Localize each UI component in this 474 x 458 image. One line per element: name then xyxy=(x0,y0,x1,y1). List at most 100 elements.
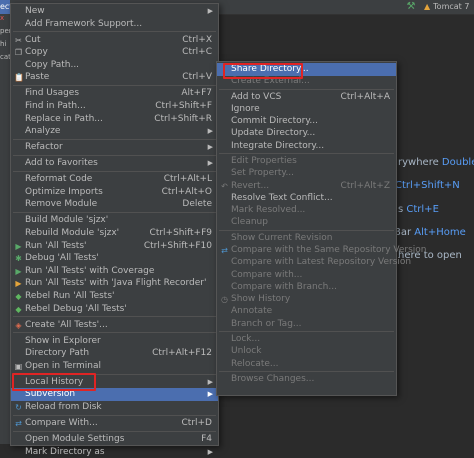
menu-separator xyxy=(13,212,216,214)
menu-item-find-usages[interactable]: Find Usages Alt+F7 xyxy=(11,87,218,100)
menu-item-label: Run 'All Tests' with 'Java Flight Record… xyxy=(25,278,207,289)
menu-item-label: Build Module 'sjzx' xyxy=(25,215,109,226)
menu-item-copy[interactable]: ❐ Copy Ctrl+C xyxy=(11,46,218,59)
menu-item-browse-changes[interactable]: Browse Changes... xyxy=(217,373,396,386)
subversion-submenu: Share Directory... Create External... Add … xyxy=(216,61,426,396)
run-configuration-label: Tomcat 7 xyxy=(433,2,470,11)
menu-item-optimize-imports[interactable]: Optimize Imports Ctrl+Alt+O xyxy=(11,186,218,199)
menu-item-cleanup[interactable]: Cleanup xyxy=(217,216,396,229)
reload-icon: ↻ xyxy=(15,403,22,412)
menu-item-resolve-text-conflict[interactable]: Resolve Text Conflict... xyxy=(217,192,396,205)
menu-item-shortcut: Ctrl+Alt+A xyxy=(340,91,390,102)
menu-separator xyxy=(13,414,216,416)
menu-item-compare-with-latest-repository-version[interactable]: Compare with Latest Repository Version xyxy=(217,256,411,269)
menu-item-run-all-tests[interactable]: ▶ Run 'All Tests' Ctrl+Shift+F10 xyxy=(11,240,218,253)
submenu-arrow-icon: ▶ xyxy=(207,377,213,386)
menu-item-rebel-run-all-tests[interactable]: ◆ Rebel Run 'All Tests' xyxy=(11,290,218,303)
menu-item-label: Open in Terminal xyxy=(25,360,101,371)
menu-item-mark-directory-as[interactable]: Mark Directory as ▶ xyxy=(11,446,218,458)
left-tab[interactable]: catc xyxy=(0,53,10,66)
menu-item-compare-with-branch[interactable]: Compare with Branch... xyxy=(217,281,396,294)
menu-item-branch-or-tag[interactable]: Branch or Tag... xyxy=(217,318,396,331)
menu-item-compare-with-the-same-repository-version[interactable]: ⇄ Compare with the Same Repository Versio… xyxy=(217,244,426,257)
menu-item-label: Lock... xyxy=(231,334,261,345)
menu-item-label: Compare with the Same Repository Version xyxy=(231,245,427,256)
menu-item-open-in-terminal[interactable]: ▣ Open in Terminal xyxy=(11,360,218,373)
menu-item-cut[interactable]: ✂ Cut Ctrl+X xyxy=(11,34,218,47)
project-tab[interactable]: ect xyxy=(0,0,10,14)
menu-item-show-history[interactable]: ◷ Show History xyxy=(217,293,396,306)
menu-item-shortcut: Ctrl+Shift+R xyxy=(154,113,212,124)
menu-item-replace-in-path[interactable]: Replace in Path... Ctrl+Shift+R xyxy=(11,113,218,126)
menu-item-label: Compare With... xyxy=(25,418,98,428)
menu-separator xyxy=(13,171,216,172)
menu-item-revert[interactable]: ↶ Revert... Ctrl+Alt+Z xyxy=(217,180,396,193)
menu-item-relocate[interactable]: Relocate... xyxy=(217,358,396,371)
menu-item-rebel-debug-all-tests[interactable]: ◆ Rebel Debug 'All Tests' xyxy=(11,303,218,316)
menu-item-add-to-vcs[interactable]: Add to VCS Ctrl+Alt+A xyxy=(217,91,396,104)
menu-item-directory-path[interactable]: Directory Path Ctrl+Alt+F12 xyxy=(11,347,218,360)
menu-item-compare-with[interactable]: ⇄ Compare With... Ctrl+D xyxy=(11,417,218,430)
menu-item-find-in-path[interactable]: Find in Path... Ctrl+Shift+F xyxy=(11,100,218,113)
menu-item-run-all-tests-with-java-flight-recorder[interactable]: ▶ Run 'All Tests' with 'Java Flight Recor… xyxy=(11,277,218,290)
coverage-icon: ▶ xyxy=(15,266,22,276)
menu-item-set-property[interactable]: Set Property... xyxy=(217,167,396,180)
menu-item-label: New xyxy=(25,6,45,16)
menu-item-label: Optimize Imports xyxy=(25,186,103,197)
menu-item-label: Cleanup xyxy=(231,217,268,228)
menu-item-label: Find Usages xyxy=(25,88,80,99)
menu-item-update-directory[interactable]: Update Directory... xyxy=(217,127,396,140)
menu-item-compare-with[interactable]: Compare with... xyxy=(217,269,396,282)
menu-item-remove-module[interactable]: Remove Module Delete xyxy=(11,198,218,211)
menu-item-shortcut: Alt+F7 xyxy=(181,88,212,99)
menu-item-new[interactable]: New ▶ xyxy=(11,5,218,18)
menu-item-label: Show in Explorer xyxy=(25,335,101,346)
menu-item-edit-properties[interactable]: Edit Properties xyxy=(217,155,396,168)
menu-item-reload-from-disk[interactable]: ↻ Reload from Disk xyxy=(11,401,218,414)
create-test-icon: ◈ xyxy=(15,320,22,330)
menu-item-run-all-tests-with-coverage[interactable]: ▶ Run 'All Tests' with Coverage xyxy=(11,265,218,278)
menu-item-label: Create 'All Tests'... xyxy=(25,319,108,330)
menu-item-label: Directory Path xyxy=(25,348,90,359)
menu-item-show-current-revision[interactable]: Show Current Revision xyxy=(217,232,396,245)
menu-item-add-to-favorites[interactable]: Add to Favorites ▶ xyxy=(11,157,218,170)
menu-item-ignore[interactable]: Ignore xyxy=(217,103,396,116)
menu-item-build-module-sjzx[interactable]: Build Module 'sjzx' xyxy=(11,214,218,227)
menu-item-label: Debug 'All Tests' xyxy=(25,253,99,264)
menu-item-paste[interactable]: 📋 Paste Ctrl+V xyxy=(11,71,218,84)
menu-separator xyxy=(13,332,216,334)
build-hammer-icon[interactable]: ⚒ xyxy=(405,0,417,14)
menu-item-annotate[interactable]: Annotate xyxy=(217,305,396,318)
menu-item-copy-path[interactable]: Copy Path... xyxy=(11,59,218,72)
menu-separator xyxy=(13,155,216,156)
menu-item-integrate-directory[interactable]: Integrate Directory... xyxy=(217,140,396,153)
menu-item-lock[interactable]: Lock... xyxy=(217,333,396,346)
share-directory-highlight-box xyxy=(223,63,303,79)
menu-item-rebuild-module-sjzx[interactable]: Rebuild Module 'sjzx' Ctrl+Shift+F9 xyxy=(11,227,218,240)
left-tab[interactable]: peri xyxy=(0,27,10,40)
rebel-run-icon: ◆ xyxy=(15,292,22,301)
run-configuration-selector[interactable]: ▲ Tomcat 7 xyxy=(424,0,474,14)
menu-item-shortcut: Ctrl+Alt+O xyxy=(161,186,212,197)
menu-item-show-in-explorer[interactable]: Show in Explorer xyxy=(11,335,218,348)
menu-item-unlock[interactable]: Unlock xyxy=(217,345,396,358)
menu-item-analyze[interactable]: Analyze ▶ xyxy=(11,125,218,138)
left-tab[interactable]: hi xyxy=(0,40,10,53)
menu-item-label: Unlock xyxy=(231,346,262,357)
editor-hint: rywhere Double xyxy=(398,157,474,168)
menu-item-shortcut: Ctrl+Shift+F xyxy=(155,101,212,111)
menu-item-label: Update Directory... xyxy=(231,128,316,139)
menu-item-label: Remove Module xyxy=(25,199,98,210)
menu-item-mark-resolved[interactable]: Mark Resolved... xyxy=(217,204,396,217)
run-icon: ▶ xyxy=(15,241,22,251)
menu-item-add-framework-support[interactable]: Add Framework Support... xyxy=(11,18,218,31)
menu-item-refactor[interactable]: Refactor ▶ xyxy=(11,141,218,154)
menu-item-create-all-tests[interactable]: ◈ Create 'All Tests'... xyxy=(11,319,218,332)
menu-item-label: Copy Path... xyxy=(25,59,80,70)
menu-item-debug-all-tests[interactable]: ✱ Debug 'All Tests' xyxy=(11,252,218,265)
menu-item-label: Run 'All Tests' xyxy=(25,240,87,251)
menu-item-commit-directory[interactable]: Commit Directory... xyxy=(217,115,396,128)
left-tab[interactable]: x xyxy=(0,14,10,27)
menu-item-reformat-code[interactable]: Reformat Code Ctrl+Alt+L xyxy=(11,173,218,186)
menu-item-shortcut: Ctrl+Shift+F10 xyxy=(143,240,212,251)
